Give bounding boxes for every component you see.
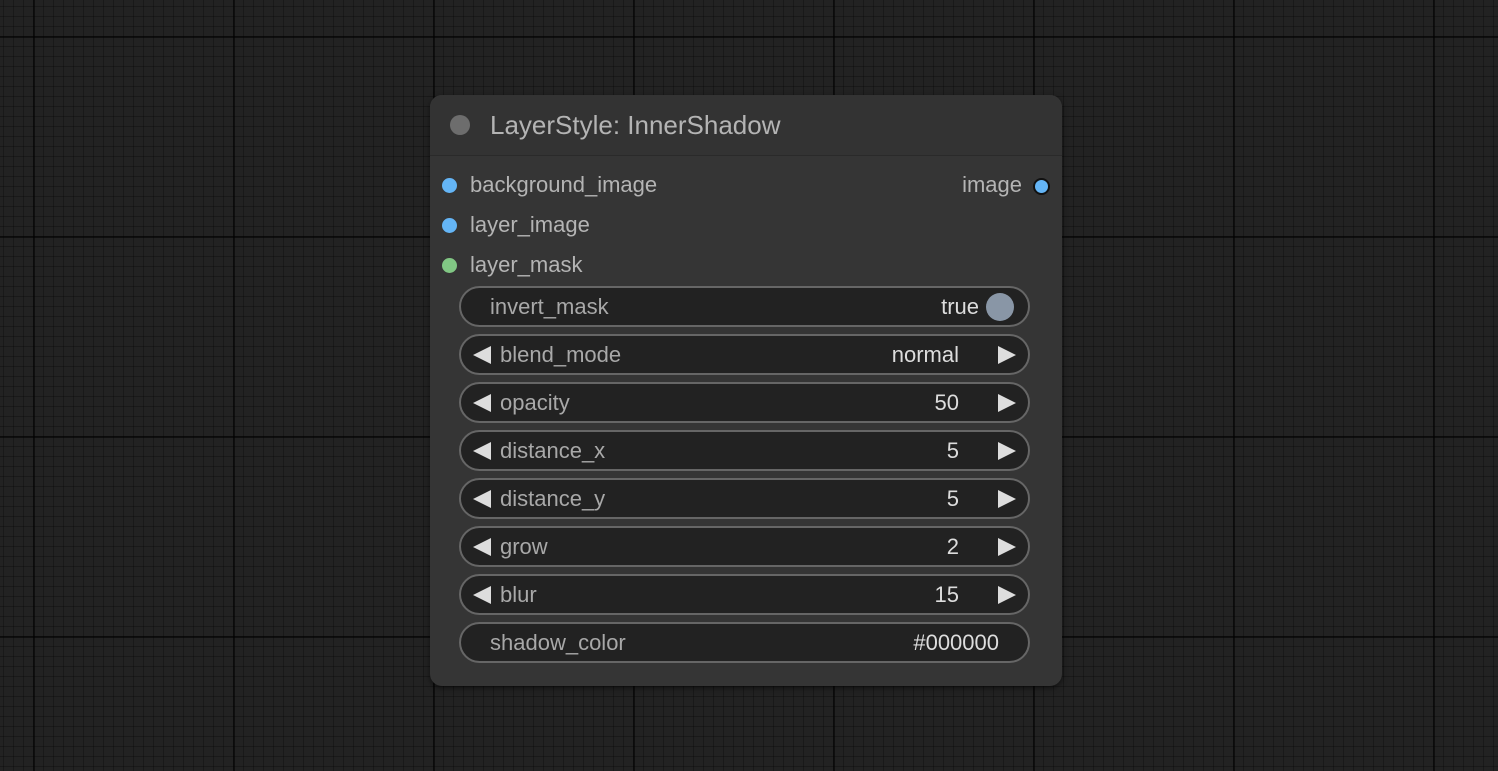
output-slot-image[interactable] (1033, 178, 1050, 195)
grow-number[interactable]: grow 2 (459, 526, 1030, 567)
blend-mode-combo[interactable]: blend_mode normal (459, 334, 1030, 375)
triangle-right-icon[interactable] (998, 394, 1016, 412)
triangle-left-icon[interactable] (473, 394, 491, 412)
graph-canvas[interactable]: LayerStyle: InnerShadow background_image… (0, 0, 1498, 771)
triangle-left-icon[interactable] (473, 346, 491, 364)
widget-value: 5 (946, 486, 959, 511)
widget-value: 5 (946, 438, 959, 463)
widget-label: opacity (500, 390, 570, 415)
inner-shadow-node[interactable]: LayerStyle: InnerShadow background_image… (430, 95, 1062, 686)
input-slot-layer-image[interactable] (442, 218, 457, 233)
widget-value: true (941, 294, 979, 319)
triangle-left-icon[interactable] (473, 586, 491, 604)
triangle-right-icon[interactable] (998, 346, 1016, 364)
widget-value: 2 (946, 534, 959, 559)
node-title-bar[interactable]: LayerStyle: InnerShadow (430, 95, 1062, 156)
input-slot-layer-mask[interactable] (442, 258, 457, 273)
widget-label: blur (500, 582, 537, 607)
triangle-left-icon[interactable] (473, 490, 491, 508)
widget-label: grow (500, 534, 548, 559)
opacity-number[interactable]: opacity 50 (459, 382, 1030, 423)
output-label-image: image (962, 172, 1022, 197)
widget-label: shadow_color (490, 630, 626, 655)
triangle-left-icon[interactable] (473, 442, 491, 460)
widget-label: invert_mask (490, 294, 609, 319)
input-label-layer-image: layer_image (470, 212, 590, 237)
blur-number[interactable]: blur 15 (459, 574, 1030, 615)
slot-row-background-image: background_image image (430, 170, 1062, 200)
input-slot-background-image[interactable] (442, 178, 457, 193)
widget-value: #000000 (913, 630, 999, 655)
triangle-right-icon[interactable] (998, 442, 1016, 460)
slot-row-layer-mask: layer_mask (430, 250, 1062, 280)
collapse-dot-icon[interactable] (450, 115, 470, 135)
slot-row-layer-image: layer_image (430, 210, 1062, 240)
shadow-color-text[interactable]: shadow_color #000000 (459, 622, 1030, 663)
node-title: LayerStyle: InnerShadow (490, 110, 781, 140)
triangle-right-icon[interactable] (998, 538, 1016, 556)
triangle-left-icon[interactable] (473, 538, 491, 556)
distance-y-number[interactable]: distance_y 5 (459, 478, 1030, 519)
widget-value: 50 (934, 390, 959, 415)
toggle-knob-icon[interactable] (986, 293, 1014, 321)
widget-value: 15 (934, 582, 959, 607)
invert-mask-toggle[interactable]: invert_mask true (459, 286, 1030, 327)
input-label-background-image: background_image (470, 172, 658, 197)
widget-value: normal (891, 342, 959, 367)
widget-label: blend_mode (500, 342, 622, 367)
triangle-right-icon[interactable] (998, 490, 1016, 508)
widget-label: distance_x (500, 438, 606, 463)
triangle-right-icon[interactable] (998, 586, 1016, 604)
input-label-layer-mask: layer_mask (470, 252, 583, 277)
distance-x-number[interactable]: distance_x 5 (459, 430, 1030, 471)
widget-label: distance_y (500, 486, 606, 511)
